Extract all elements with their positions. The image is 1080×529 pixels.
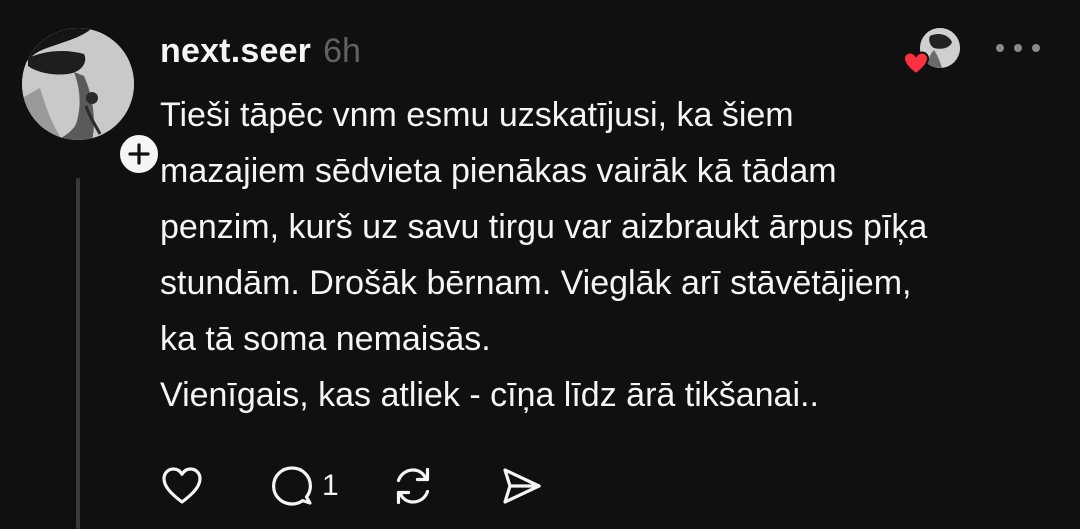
post-text-line: mazajiem sēdvieta pienākas vairāk kā tād…	[160, 152, 837, 190]
post-body: Tieši tāpēc vnm esmu uzskatījusi, ka šie…	[160, 87, 1060, 423]
like-button[interactable]	[160, 466, 206, 506]
post-header: next.seer 6h	[160, 28, 361, 74]
more-dot	[1032, 44, 1040, 52]
author-avatar[interactable]	[22, 28, 134, 140]
heart-icon	[902, 51, 930, 76]
post-text-line: ka tā soma nemaisās.	[160, 320, 491, 358]
repost-icon	[396, 467, 429, 505]
thread-line	[76, 178, 80, 529]
post-text-line: Tieši tāpēc vnm esmu uzskatījusi, ka šie…	[160, 96, 794, 134]
author-username[interactable]: next.seer	[160, 32, 311, 71]
reply-count: 1	[322, 469, 339, 502]
reply-button[interactable]: 1	[270, 464, 339, 508]
repost-button[interactable]	[391, 464, 435, 508]
action-bar: 1	[160, 462, 543, 510]
heart-outline-icon	[162, 467, 202, 504]
post-timestamp: 6h	[323, 31, 361, 70]
plus-icon	[128, 143, 150, 165]
post-text-line: penzim, kurš uz savu tirgu var aizbraukt…	[160, 208, 928, 246]
more-dot	[1014, 44, 1022, 52]
post-text-line: Vienīgais, kas atliek - cīņa līdz ārā ti…	[160, 376, 819, 414]
author-avatar-photo	[22, 28, 134, 140]
follow-button[interactable]	[116, 131, 162, 177]
comment-icon	[272, 466, 312, 506]
share-button[interactable]	[499, 464, 543, 508]
send-icon	[503, 468, 541, 504]
post-text-line: stundām. Drošāk bērnam. Vieglāk arī stāv…	[160, 264, 912, 302]
more-options-button[interactable]	[996, 36, 1040, 60]
more-dot	[996, 44, 1004, 52]
thread-post: next.seer 6h Tieši tāpēc vnm esmu uzskat…	[0, 0, 1080, 529]
